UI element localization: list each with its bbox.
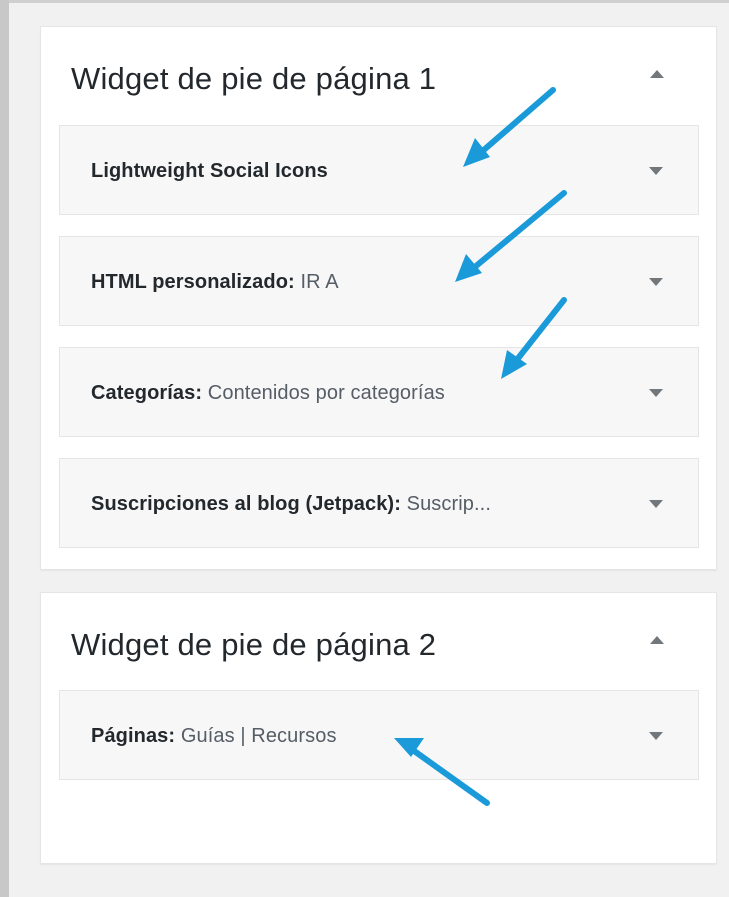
widget-item[interactable]: Lightweight Social Icons <box>59 125 699 215</box>
widget-in-title: IR A <box>300 271 339 293</box>
expand-down-icon[interactable] <box>649 278 663 286</box>
widget-item[interactable]: Páginas: Guías | Recursos <box>59 690 699 780</box>
widget-in-title: Contenidos por categorías <box>207 382 445 404</box>
widget-title-separator: : <box>195 382 208 404</box>
widget-area-footer-1: Widget de pie de página 1 Lightweight So… <box>40 26 717 570</box>
expand-down-icon[interactable] <box>649 167 663 175</box>
expand-down-icon[interactable] <box>649 389 663 397</box>
widget-area-title: Widget de pie de página 1 <box>71 61 437 96</box>
widget-item[interactable]: Categorías: Contenidos por categorías <box>59 347 699 437</box>
widget-name: HTML personalizado <box>91 271 289 293</box>
widget-area-title: Widget de pie de página 2 <box>71 627 437 662</box>
expand-down-icon[interactable] <box>649 732 663 740</box>
widget-name: Páginas <box>91 725 169 747</box>
widget-item[interactable]: Suscripciones al blog (Jetpack): Suscrip… <box>59 458 699 548</box>
top-border <box>0 0 729 3</box>
expand-down-icon[interactable] <box>649 500 663 508</box>
widget-name: Categorías <box>91 382 196 404</box>
collapse-up-icon[interactable] <box>650 70 664 78</box>
widget-title-separator: : <box>168 725 181 747</box>
collapse-up-icon[interactable] <box>650 636 664 644</box>
widget-title: Páginas: Guías | Recursos <box>91 725 337 748</box>
widget-title: Suscripciones al blog (Jetpack): Suscrip… <box>91 493 491 516</box>
widget-title-separator: : <box>288 271 301 293</box>
widget-area-footer-2: Widget de pie de página 2 Páginas: Guías… <box>40 592 717 864</box>
widget-name: Suscripciones al blog (Jetpack) <box>91 493 395 515</box>
widget-in-title: Suscrip... <box>406 493 491 515</box>
widget-title: HTML personalizado: IR A <box>91 271 339 294</box>
widget-title-separator: : <box>394 493 407 515</box>
widget-item[interactable]: HTML personalizado: IR A <box>59 236 699 326</box>
widget-title: Lightweight Social Icons <box>91 160 328 183</box>
widget-name: Lightweight Social Icons <box>91 160 328 182</box>
widget-in-title: Guías | Recursos <box>180 725 337 747</box>
left-border <box>0 0 9 897</box>
widget-title: Categorías: Contenidos por categorías <box>91 382 445 405</box>
